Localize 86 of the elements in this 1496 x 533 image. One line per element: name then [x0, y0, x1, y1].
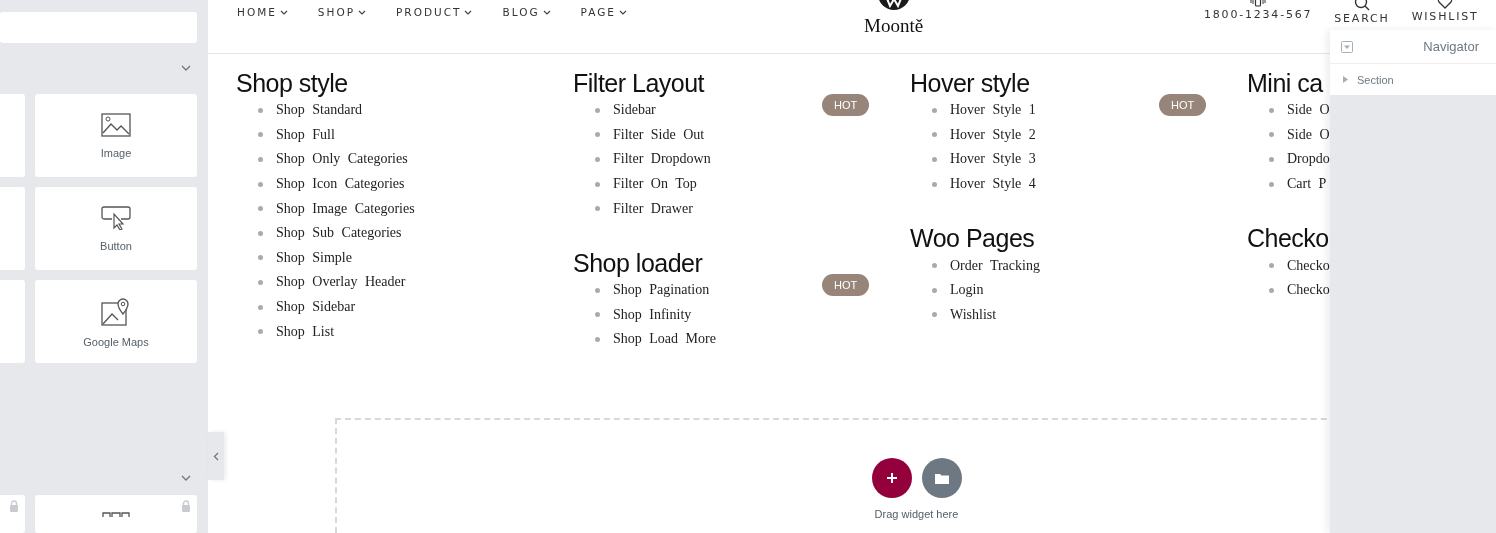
menu-link[interactable]: Hover Style 3 [950, 151, 1036, 168]
nav-link[interactable]: HOME [237, 6, 288, 18]
menu-link[interactable]: Filter On Top [613, 176, 697, 193]
widget-label: Button [100, 239, 132, 252]
menu-heading: Mini ca [1247, 69, 1323, 98]
widget-card[interactable]: Image [35, 94, 197, 178]
chevron-icon[interactable] [181, 474, 191, 481]
menu-link[interactable]: Order Tracking [950, 257, 1040, 274]
menu-link[interactable]: Shop Overlay Header [276, 274, 406, 291]
folder-icon [934, 472, 949, 484]
menu-link[interactable]: Filter Drawer [613, 200, 693, 217]
menu-link[interactable]: Shop Pagination [613, 282, 710, 299]
heart-icon [1437, 0, 1454, 9]
search-icon [1354, 0, 1370, 11]
nav-link[interactable]: PAGE [580, 6, 627, 18]
widget-card[interactable]: Google Maps [35, 280, 197, 364]
plus-icon [885, 472, 898, 484]
menu-link[interactable]: Shop Only Categories [276, 151, 408, 168]
widget-label: Image [100, 146, 132, 159]
caret-icon [542, 9, 551, 15]
caret-icon [464, 9, 473, 15]
add-button[interactable] [871, 458, 912, 498]
menu-link[interactable]: Shop List [276, 323, 335, 340]
hot-tag: HOT [822, 94, 870, 116]
tree-item[interactable]: Section [1330, 64, 1496, 95]
menu-link[interactable]: Hover Style 4 [950, 176, 1036, 193]
menu-link[interactable]: Wishlist [950, 306, 997, 323]
drop-hint: Drag widget here [874, 508, 959, 520]
menu-link[interactable]: Hover Style 1 [950, 102, 1036, 119]
header-action[interactable]: WISHLIST [1411, 0, 1479, 25]
menu-heading: Hover style [910, 69, 1030, 98]
image-icon [101, 112, 131, 137]
caret-icon [279, 9, 288, 15]
caret-icon [358, 9, 367, 15]
menu-heading: Filter Layout [573, 69, 705, 98]
hot-tag: HOT [822, 273, 870, 296]
widget-card[interactable] [0, 94, 25, 178]
nav-link[interactable]: PRODUCT [396, 6, 473, 18]
widget-card[interactable] [35, 494, 197, 533]
caret-icon [619, 9, 627, 15]
menu-link[interactable]: Shop Sidebar [276, 299, 356, 316]
menu-link[interactable]: Shop Image Categories [276, 200, 415, 217]
menu-link[interactable]: Filter Side Out [613, 126, 705, 143]
hot-tag: HOT [1159, 94, 1207, 116]
logo[interactable]: Moontě [864, 16, 924, 37]
header-action[interactable]: SEARCH [1334, 0, 1390, 25]
menu-link[interactable]: Shop Simple [276, 249, 352, 266]
menu-link[interactable]: Checko [1287, 257, 1330, 274]
panel-title: Navigator [1423, 39, 1479, 54]
map-pin-icon [101, 295, 131, 326]
widget-card[interactable]: Button [35, 187, 197, 271]
collapse-handle[interactable] [208, 432, 224, 480]
widget-label: Google Maps [83, 335, 149, 348]
menu-link[interactable]: Hover Style 2 [950, 126, 1036, 143]
menu-link[interactable]: Shop Full [276, 126, 335, 143]
nav-link[interactable]: SHOP [317, 6, 367, 18]
menu-heading: Checko [1247, 224, 1329, 254]
template-button[interactable] [921, 458, 962, 498]
menu-heading: Woo Pages [910, 224, 1035, 254]
menu-link[interactable]: Dropdo [1287, 151, 1330, 168]
menu-link[interactable]: Cart P [1287, 176, 1327, 193]
menu-link[interactable]: Side O [1287, 102, 1330, 119]
caret-icon [1343, 76, 1348, 83]
widget-card[interactable] [0, 187, 25, 271]
menu-link[interactable]: Shop Sub Categories [276, 225, 402, 242]
menu-link[interactable]: Login [950, 282, 984, 299]
collapse-icon[interactable] [1341, 40, 1353, 53]
menu-link[interactable]: Shop Icon Categories [276, 176, 405, 193]
lock-icon [9, 499, 19, 512]
chevron-icon[interactable] [181, 65, 191, 72]
nav-link[interactable]: BLOG [502, 6, 551, 18]
menu-link[interactable]: Side O [1287, 126, 1330, 143]
widget-card[interactable] [0, 494, 25, 533]
widget-card[interactable] [0, 280, 25, 364]
menu-link[interactable]: Shop Load More [613, 331, 716, 348]
menu-link[interactable]: Checko [1287, 282, 1330, 299]
menu-link[interactable]: Shop Infinity [613, 306, 692, 323]
phone-number[interactable]: 1800-1234-567 [1204, 8, 1313, 21]
grid-icon [102, 511, 130, 517]
menu-heading: Shop loader [573, 248, 703, 278]
menu-link[interactable]: Sidebar [613, 102, 656, 119]
menu-heading: Shop style [236, 69, 348, 98]
cursor-button-icon [101, 205, 131, 230]
menu-link[interactable]: Shop Standard [276, 102, 363, 119]
search-field[interactable] [0, 12, 197, 43]
menu-link[interactable]: Filter Dropdown [613, 151, 711, 168]
